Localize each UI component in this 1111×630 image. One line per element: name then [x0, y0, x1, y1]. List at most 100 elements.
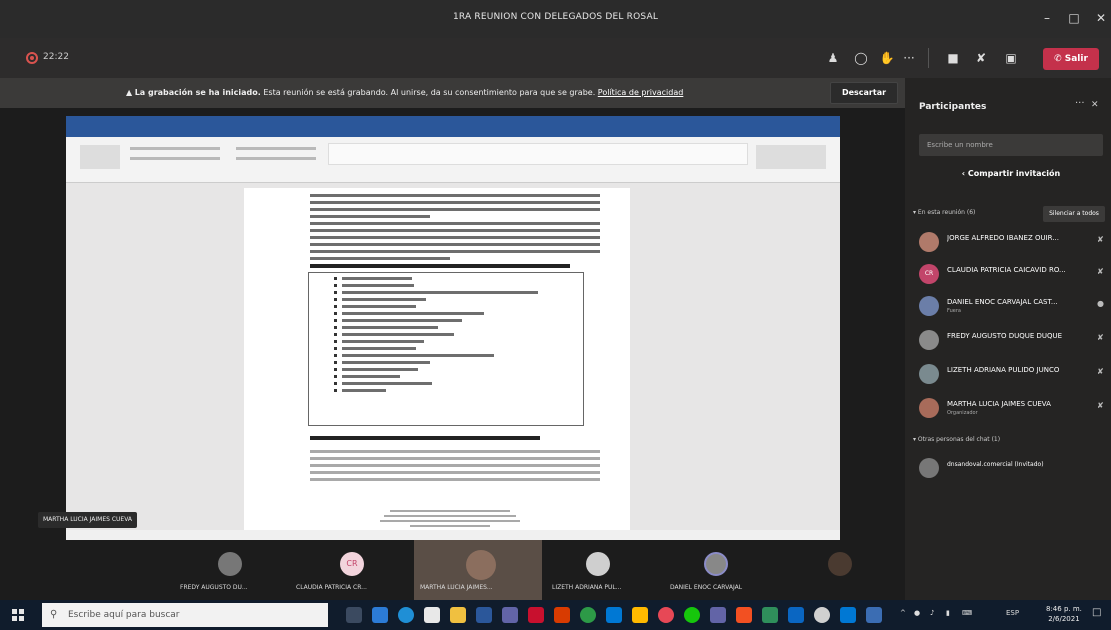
- participant-role: Organizador: [947, 410, 978, 416]
- bullet: [334, 389, 337, 392]
- recording-message: ▲ La grabación se ha iniciado. Esta reun…: [126, 88, 683, 97]
- app-icon[interactable]: [866, 607, 882, 623]
- app-icon[interactable]: [554, 607, 570, 623]
- app-icon[interactable]: [528, 607, 544, 623]
- reactions-icon[interactable]: ✋: [878, 49, 896, 67]
- volume-icon[interactable]: ♪: [930, 609, 934, 617]
- text-line: [342, 319, 462, 322]
- mute-all-button[interactable]: Silenciar a todos: [1043, 206, 1105, 222]
- presenter-name-tag: MARTHA LUCIA JAIMES CUEVA: [38, 512, 138, 528]
- language-indicator[interactable]: ESP: [1006, 609, 1019, 617]
- app-icon[interactable]: [580, 607, 596, 623]
- bullet: [334, 354, 337, 357]
- app-icon[interactable]: [788, 607, 804, 623]
- participant-row[interactable]: DANIEL ENOC CARVAJAL CAST... Fuera ●: [919, 290, 1109, 320]
- participant-search-input[interactable]: Escribe un nombre: [919, 134, 1103, 156]
- bullet: [334, 298, 337, 301]
- more-options-icon[interactable]: ···: [1075, 98, 1085, 109]
- avatar: [919, 398, 939, 418]
- share-screen-icon[interactable]: ▣: [1002, 49, 1020, 67]
- app-icon[interactable]: [632, 607, 648, 623]
- participant-name: MARTHA LUCIA JAIMES CUEVA: [947, 400, 1051, 408]
- chat-icon[interactable]: ◯: [852, 49, 870, 67]
- app-icon[interactable]: [684, 607, 700, 623]
- share-invite-button[interactable]: ‹ Compartir invitación: [919, 164, 1103, 184]
- close-panel-icon[interactable]: ✕: [1091, 100, 1099, 110]
- app-icon[interactable]: [710, 607, 726, 623]
- bullet: [334, 305, 337, 308]
- minimize-button[interactable]: –: [1036, 8, 1058, 28]
- tray-chevron-icon[interactable]: ^: [900, 609, 906, 617]
- paragraph-group-row: [236, 157, 316, 160]
- start-pane: [19, 616, 24, 621]
- share-invite-icon: ‹: [961, 169, 966, 178]
- taskbar-search-input[interactable]: ⚲ Escribe aquí para buscar: [42, 603, 328, 627]
- speaker-video: [466, 550, 496, 580]
- windows-start-icon[interactable]: [12, 609, 24, 621]
- text-line: [310, 471, 600, 474]
- app-icon[interactable]: [840, 607, 856, 623]
- word-ribbon-tabs: [66, 128, 840, 137]
- video-strip: FREDY AUGUSTO DU... CR CLAUDIA PATRICIA …: [0, 540, 905, 600]
- keyboard-icon[interactable]: ⌨: [962, 609, 972, 617]
- video-tile[interactable]: LIZETH ADRIANA PUL...: [546, 540, 650, 600]
- edge-icon[interactable]: [398, 607, 414, 623]
- dismiss-button[interactable]: Descartar: [830, 82, 898, 104]
- participant-row[interactable]: CR CLAUDIA PATRICIA CAICAVID RO... ✘: [919, 258, 1109, 288]
- app-icon[interactable]: [814, 607, 830, 623]
- video-tile[interactable]: FREDY AUGUSTO DU...: [176, 540, 284, 600]
- task-view-icon[interactable]: [346, 607, 362, 623]
- participant-row[interactable]: LIZETH ADRIANA PULIDO JUNCO ✘: [919, 358, 1109, 388]
- self-video-tile[interactable]: [800, 540, 880, 600]
- system-clock[interactable]: 8:46 p. m. 2/6/2021: [1046, 604, 1082, 624]
- network-icon[interactable]: ●: [914, 609, 920, 617]
- tile-name: FREDY AUGUSTO DU...: [180, 584, 248, 591]
- participant-row[interactable]: dnsandoval.comercial (Invitado): [919, 452, 1109, 482]
- bullet: [334, 326, 337, 329]
- in-meeting-section[interactable]: ▾ En esta reunión (6): [913, 209, 975, 216]
- word-icon[interactable]: [476, 607, 492, 623]
- more-actions-icon[interactable]: ···: [900, 49, 918, 67]
- app-icon[interactable]: [658, 607, 674, 623]
- text-line: [342, 291, 538, 294]
- in-meeting-label: En esta reunión (6): [917, 209, 976, 216]
- clock-time: 8:46 p. m.: [1046, 605, 1082, 613]
- file-explorer-icon[interactable]: [450, 607, 466, 623]
- text-line: [342, 333, 454, 336]
- avatar: [586, 552, 610, 576]
- others-label: Otras personas del chat (1): [917, 436, 1001, 443]
- bullet: [334, 375, 337, 378]
- notifications-icon[interactable]: □: [1092, 607, 1101, 618]
- active-speaker-tile[interactable]: MARTHA LUCIA JAIMES...: [414, 540, 542, 600]
- battery-icon[interactable]: ▮: [946, 609, 950, 617]
- close-button[interactable]: ✕: [1090, 8, 1111, 28]
- participant-row[interactable]: JORGE ALFREDO IBAÑEZ OUIR... ✘: [919, 226, 1109, 256]
- participant-row[interactable]: MARTHA LUCIA JAIMES CUEVA Organizador ✘: [919, 392, 1109, 422]
- teams-icon[interactable]: [502, 607, 518, 623]
- leave-button[interactable]: ✆ Salir: [1043, 48, 1099, 70]
- footer-line: [380, 520, 520, 522]
- mic-muted-icon[interactable]: ✘: [972, 49, 990, 67]
- text-line: [342, 277, 412, 280]
- styles-gallery: [328, 143, 748, 165]
- app-icon[interactable]: [606, 607, 622, 623]
- camera-off-icon[interactable]: ■: [944, 49, 962, 67]
- avatar: [919, 296, 939, 316]
- participant-row[interactable]: FREDY AUGUSTO DUQUE DUQUE ✘: [919, 324, 1109, 354]
- participant-name: CLAUDIA PATRICIA CAICAVID RO...: [947, 266, 1066, 274]
- footer-line: [390, 510, 510, 512]
- text-line: [310, 464, 600, 467]
- maximize-button[interactable]: □: [1063, 8, 1085, 28]
- app-icon[interactable]: [736, 607, 752, 623]
- recording-banner: ▲ La grabación se ha iniciado. Esta reun…: [0, 78, 905, 108]
- shared-word-document: [66, 116, 840, 540]
- app-icon[interactable]: [372, 607, 388, 623]
- app-icon[interactable]: [762, 607, 778, 623]
- bullet: [334, 340, 337, 343]
- participants-icon[interactable]: ♟: [824, 49, 842, 67]
- privacy-policy-link[interactable]: Política de privacidad: [598, 88, 684, 97]
- store-icon[interactable]: [424, 607, 440, 623]
- video-tile[interactable]: CR CLAUDIA PATRICIA CR...: [290, 540, 410, 600]
- video-tile[interactable]: DANIEL ENOC CARVAJAL: [656, 540, 776, 600]
- others-section[interactable]: ▾ Otras personas del chat (1): [913, 436, 1000, 443]
